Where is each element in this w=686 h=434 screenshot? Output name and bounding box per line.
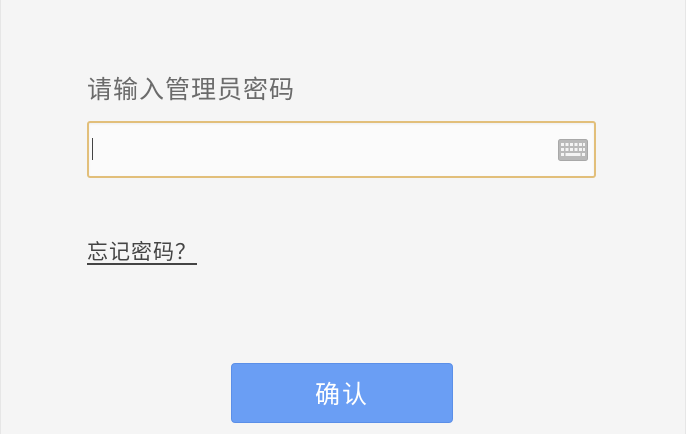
- password-prompt: 请输入管理员密码: [87, 75, 296, 104]
- forgot-password-link[interactable]: 忘记密码？: [87, 236, 197, 266]
- keyboard-icon[interactable]: [558, 139, 588, 161]
- text-caret: [92, 138, 93, 160]
- password-input[interactable]: [91, 125, 551, 174]
- confirm-button[interactable]: 确认: [231, 363, 453, 423]
- password-field-container[interactable]: [87, 121, 596, 178]
- login-dialog: 请输入管理员密码 忘记密码？ 确认: [0, 0, 686, 434]
